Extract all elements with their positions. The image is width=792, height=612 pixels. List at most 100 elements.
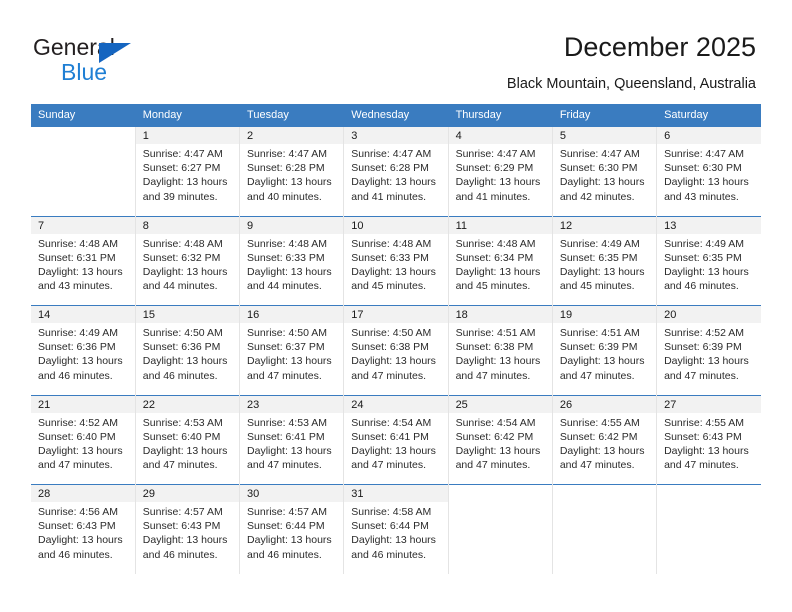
day-detail-line: Daylight: 13 hours: [664, 444, 749, 457]
day-detail-line: and 46 minutes.: [38, 548, 113, 561]
day-detail-line: Sunset: 6:44 PM: [247, 520, 325, 533]
calendar-day-cell[interactable]: 17 Sunrise: 4:50 AM Sunset: 6:38 PM Dayligh…: [343, 305, 449, 395]
day-details: Sunrise: 4:48 AM Sunset: 6:32 PM Daylight:…: [136, 234, 239, 294]
calendar-day-cell[interactable]: 31 Sunrise: 4:58 AM Sunset: 6:44 PM Dayligh…: [343, 484, 449, 574]
calendar-day-cell-empty: [447, 484, 553, 574]
day-detail-line: and 44 minutes.: [142, 280, 218, 293]
day-number: 2: [240, 127, 344, 144]
calendar-day-cell[interactable]: 12 Sunrise: 4:49 AM Sunset: 6:35 PM Dayligh…: [551, 215, 658, 306]
day-detail-line: Sunrise: 4:50 AM: [142, 327, 223, 339]
day-detail-line: Sunset: 6:33 PM: [247, 251, 325, 264]
calendar-day-cell[interactable]: 8 Sunrise: 4:48 AM Sunset: 6:32 PM Daylight…: [134, 215, 241, 306]
calendar-day-cell[interactable]: 23 Sunrise: 4:53 AM Sunset: 6:41 PM Dayligh…: [239, 394, 345, 485]
weekday-header-wednesday: Wednesday: [343, 104, 449, 127]
day-detail-line: Sunset: 6:36 PM: [142, 341, 221, 354]
calendar-day-cell[interactable]: 5 Sunrise: 4:47 AM Sunset: 6:30 PM Daylight…: [551, 126, 658, 216]
day-number: [657, 485, 761, 502]
calendar-day-cell[interactable]: 9 Sunrise: 4:48 AM Sunset: 6:33 PM Daylight…: [239, 215, 345, 306]
calendar-day-cell[interactable]: 14 Sunrise: 4:49 AM Sunset: 6:36 PM Dayligh…: [31, 305, 136, 395]
day-number: 17: [344, 306, 448, 323]
calendar-day-cell[interactable]: 29 Sunrise: 4:57 AM Sunset: 6:43 PM Dayligh…: [134, 484, 241, 574]
day-detail-line: Sunrise: 4:48 AM: [455, 237, 536, 250]
calendar-day-cell[interactable]: 1 Sunrise: 4:47 AM Sunset: 6:27 PM Daylight…: [134, 126, 241, 216]
day-detail-line: and 47 minutes.: [247, 369, 322, 382]
day-detail-line: Daylight: 13 hours: [38, 265, 123, 278]
calendar-day-cell[interactable]: 25 Sunrise: 4:54 AM Sunset: 6:42 PM Dayligh…: [447, 394, 553, 485]
day-detail-line: Sunset: 6:41 PM: [351, 430, 429, 443]
day-number: 3: [344, 127, 448, 144]
day-detail-line: Sunrise: 4:47 AM: [455, 148, 536, 160]
day-details: [449, 502, 552, 505]
day-detail-line: Sunrise: 4:55 AM: [559, 416, 640, 429]
calendar-day-cell[interactable]: 27 Sunrise: 4:55 AM Sunset: 6:43 PM Dayligh…: [656, 394, 761, 485]
day-details: Sunrise: 4:49 AM Sunset: 6:35 PM Daylight:…: [657, 234, 761, 294]
calendar-table: Sunday Monday Tuesday Wednesday Thursday Frid…: [31, 104, 762, 574]
day-number: 29: [135, 485, 240, 502]
calendar-day-cell-empty: [656, 484, 761, 574]
day-detail-line: and 40 minutes.: [247, 190, 322, 203]
day-detail-line: Daylight: 13 hours: [247, 355, 332, 368]
calendar-week-row: 14 Sunrise: 4:49 AM Sunset: 6:36 PM Dayligh…: [31, 305, 761, 395]
page-header: General Blue December 2025 Black Mountai…: [0, 0, 792, 104]
day-detail-line: Sunrise: 4:58 AM: [351, 506, 432, 518]
day-detail-line: Sunset: 6:29 PM: [455, 162, 534, 175]
day-detail-line: Daylight: 13 hours: [351, 534, 436, 547]
day-detail-line: Sunset: 6:35 PM: [559, 251, 638, 264]
day-details: Sunrise: 4:47 AM Sunset: 6:29 PM Daylight:…: [449, 144, 552, 204]
calendar-day-cell[interactable]: 24 Sunrise: 4:54 AM Sunset: 6:41 PM Dayligh…: [343, 394, 449, 485]
day-detail-line: Sunset: 6:42 PM: [559, 430, 638, 443]
day-detail-line: Daylight: 13 hours: [247, 176, 332, 189]
weekday-header-thursday: Thursday: [448, 104, 553, 127]
day-detail-line: Sunrise: 4:47 AM: [247, 148, 327, 160]
calendar-day-cell[interactable]: 2 Sunrise: 4:47 AM Sunset: 6:28 PM Daylight…: [239, 126, 345, 216]
day-detail-line: and 42 minutes.: [559, 190, 635, 203]
day-detail-line: Sunrise: 4:53 AM: [142, 416, 223, 429]
day-number: 7: [31, 216, 135, 234]
day-detail-line: and 47 minutes.: [559, 459, 635, 472]
logo-text-blue: Blue: [61, 59, 108, 85]
calendar-week-row: 28 Sunrise: 4:56 AM Sunset: 6:43 PM Dayligh…: [31, 484, 761, 574]
day-detail-line: Daylight: 13 hours: [142, 176, 228, 189]
day-detail-line: Sunset: 6:42 PM: [455, 430, 534, 443]
calendar-day-cell[interactable]: 6 Sunrise: 4:47 AM Sunset: 6:30 PM Daylight…: [656, 126, 761, 216]
calendar-day-cell[interactable]: 28 Sunrise: 4:56 AM Sunset: 6:43 PM Dayligh…: [31, 484, 136, 574]
day-details: Sunrise: 4:50 AM Sunset: 6:38 PM Daylight:…: [344, 323, 447, 383]
day-details: Sunrise: 4:49 AM Sunset: 6:35 PM Daylight:…: [553, 234, 656, 294]
day-detail-line: Sunrise: 4:50 AM: [247, 327, 327, 339]
calendar-day-cell-empty: [551, 484, 658, 574]
day-detail-line: and 43 minutes.: [664, 190, 739, 203]
calendar-day-cell[interactable]: 30 Sunrise: 4:57 AM Sunset: 6:44 PM Dayligh…: [239, 484, 345, 574]
calendar-day-cell[interactable]: 26 Sunrise: 4:55 AM Sunset: 6:42 PM Dayligh…: [551, 394, 658, 485]
day-detail-line: Sunrise: 4:54 AM: [455, 416, 536, 429]
day-details: Sunrise: 4:48 AM Sunset: 6:34 PM Daylight:…: [449, 234, 552, 294]
day-detail-line: Sunset: 6:38 PM: [351, 341, 429, 354]
day-detail-line: Daylight: 13 hours: [455, 176, 541, 189]
day-details: Sunrise: 4:53 AM Sunset: 6:41 PM Daylight:…: [240, 413, 343, 473]
calendar-day-cell[interactable]: 22 Sunrise: 4:53 AM Sunset: 6:40 PM Dayligh…: [134, 394, 241, 485]
calendar-day-cell[interactable]: 18 Sunrise: 4:51 AM Sunset: 6:38 PM Dayligh…: [447, 305, 553, 395]
calendar-day-cell[interactable]: 11 Sunrise: 4:48 AM Sunset: 6:34 PM Dayligh…: [447, 215, 553, 306]
calendar-day-cell[interactable]: 15 Sunrise: 4:50 AM Sunset: 6:36 PM Dayligh…: [134, 305, 241, 395]
calendar-page: General Blue December 2025 Black Mountai…: [0, 0, 792, 612]
calendar-day-cell[interactable]: 7 Sunrise: 4:48 AM Sunset: 6:31 PM Daylight…: [31, 215, 136, 306]
calendar-day-cell[interactable]: 21 Sunrise: 4:52 AM Sunset: 6:40 PM Dayligh…: [31, 394, 136, 485]
day-detail-line: Sunrise: 4:51 AM: [559, 327, 640, 339]
day-number: 30: [240, 485, 344, 502]
calendar-day-cell[interactable]: 4 Sunrise: 4:47 AM Sunset: 6:29 PM Daylight…: [447, 126, 553, 216]
day-detail-line: Sunset: 6:40 PM: [142, 430, 221, 443]
day-detail-line: Daylight: 13 hours: [142, 355, 228, 368]
day-detail-line: Daylight: 13 hours: [38, 355, 123, 368]
calendar-day-cell[interactable]: 19 Sunrise: 4:51 AM Sunset: 6:39 PM Dayligh…: [551, 305, 658, 395]
calendar-day-cell[interactable]: 20 Sunrise: 4:52 AM Sunset: 6:39 PM Dayligh…: [656, 305, 761, 395]
day-detail-line: Daylight: 13 hours: [559, 355, 645, 368]
calendar-day-cell[interactable]: 3 Sunrise: 4:47 AM Sunset: 6:28 PM Daylight…: [343, 126, 449, 216]
day-detail-line: and 46 minutes.: [38, 369, 113, 382]
calendar-day-cell[interactable]: 10 Sunrise: 4:48 AM Sunset: 6:33 PM Dayligh…: [343, 215, 449, 306]
day-number: 20: [657, 306, 761, 323]
day-details: Sunrise: 4:47 AM Sunset: 6:28 PM Daylight:…: [240, 144, 343, 204]
calendar-day-cell[interactable]: 16 Sunrise: 4:50 AM Sunset: 6:37 PM Dayligh…: [239, 305, 345, 395]
day-details: [553, 502, 656, 505]
day-detail-line: Sunrise: 4:52 AM: [38, 416, 118, 429]
calendar-day-cell[interactable]: 13 Sunrise: 4:49 AM Sunset: 6:35 PM Dayligh…: [656, 215, 761, 306]
day-details: [31, 144, 135, 147]
